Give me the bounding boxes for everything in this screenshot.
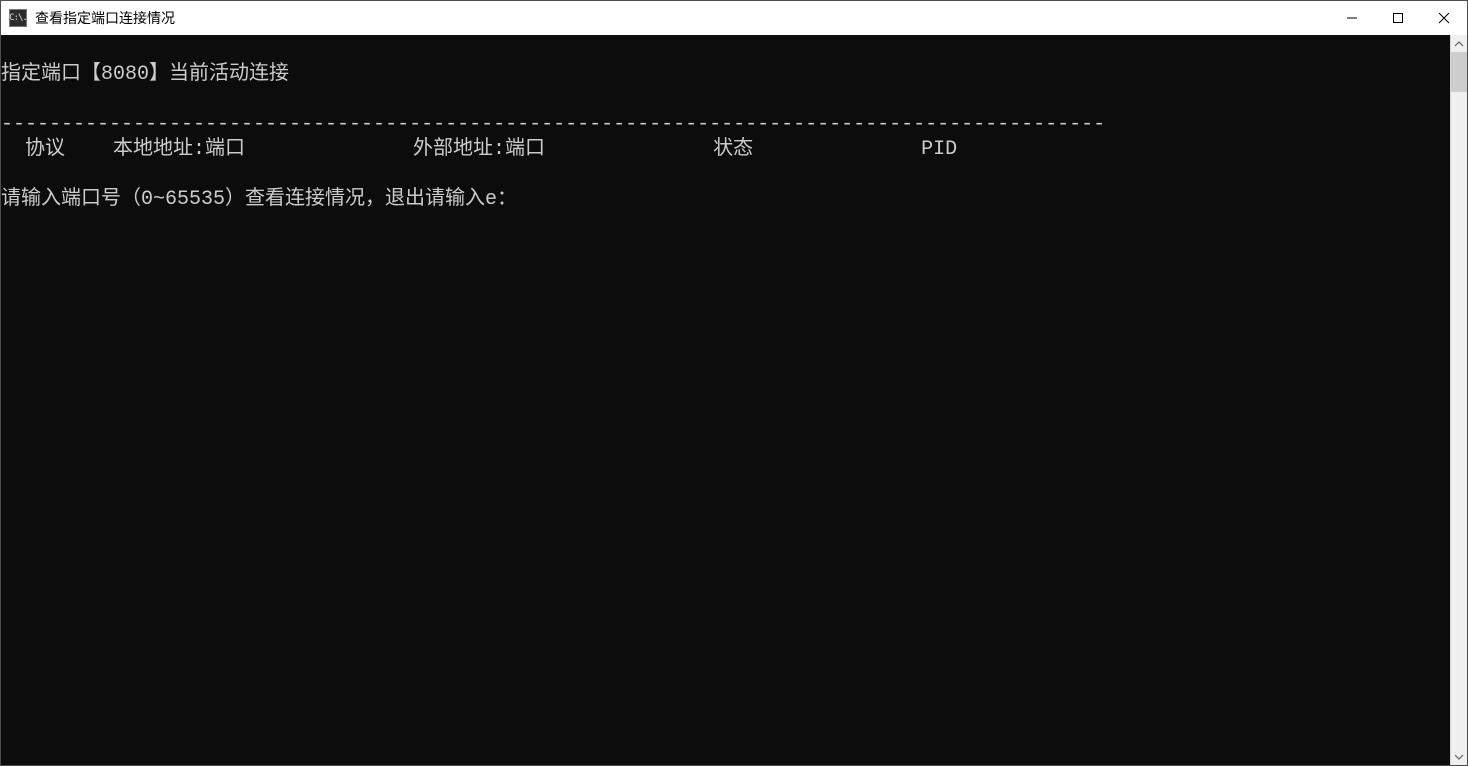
console-divider-line: ----------------------------------------…: [1, 113, 1105, 136]
console-prompt-line: 请输入端口号（0~65535）查看连接情况，退出请输入e：: [1, 188, 517, 211]
chevron-down-icon: [1454, 752, 1464, 762]
console-output[interactable]: 指定端口【8080】当前活动连接 -----------------------…: [1, 35, 1450, 765]
cmd-icon: C:\.: [9, 9, 27, 27]
chevron-up-icon: [1454, 39, 1464, 49]
scroll-down-button[interactable]: [1451, 748, 1467, 765]
scrollbar-track[interactable]: [1451, 52, 1467, 748]
maximize-icon: [1392, 12, 1404, 24]
console-status-line: 指定端口【8080】当前活动连接: [1, 63, 289, 86]
close-button[interactable]: [1421, 1, 1467, 35]
console-header-line: 协议 本地地址:端口 外部地址:端口 状态 PID: [1, 138, 957, 161]
client-area: 指定端口【8080】当前活动连接 -----------------------…: [1, 35, 1467, 765]
window-title: 查看指定端口连接情况: [35, 8, 175, 28]
minimize-button[interactable]: [1329, 1, 1375, 35]
close-icon: [1438, 12, 1450, 24]
vertical-scrollbar[interactable]: [1450, 35, 1467, 765]
app-window: C:\. 查看指定端口连接情况 指定端口【8080】当前活动连接 -------…: [0, 0, 1468, 766]
title-bar[interactable]: C:\. 查看指定端口连接情况: [1, 1, 1467, 35]
scrollbar-thumb[interactable]: [1451, 52, 1467, 92]
scroll-up-button[interactable]: [1451, 35, 1467, 52]
minimize-icon: [1346, 12, 1358, 24]
maximize-button[interactable]: [1375, 1, 1421, 35]
